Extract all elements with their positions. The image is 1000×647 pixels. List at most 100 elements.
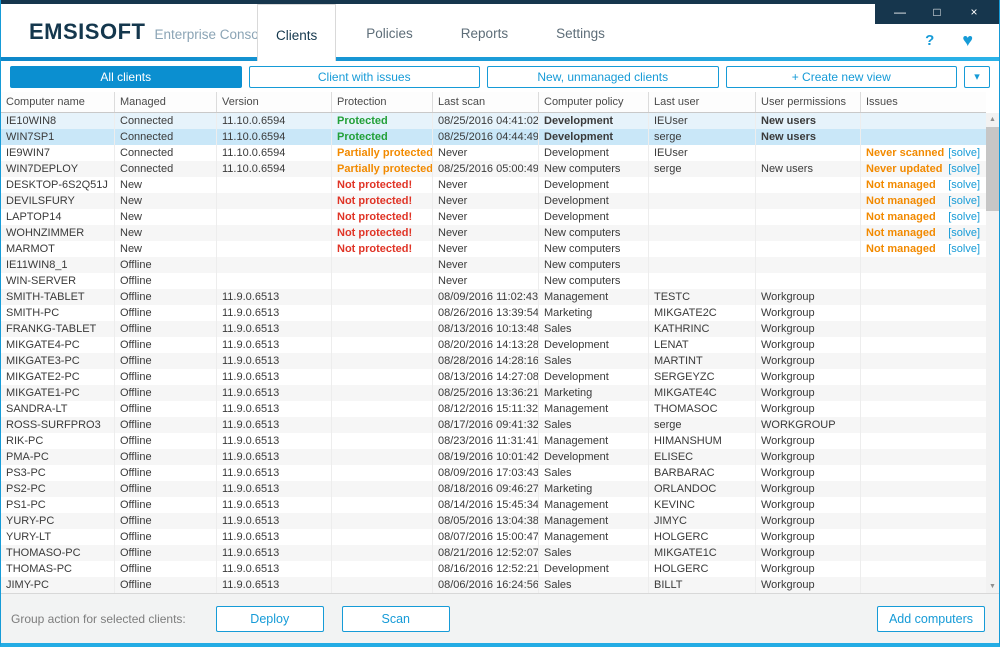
cell-protection: [332, 433, 433, 449]
scan-button[interactable]: Scan: [341, 605, 450, 632]
cell-permissions: [756, 209, 861, 225]
table-row[interactable]: PMA-PC Offline 11.9.0.6513 08/19/2016 10:01…: [1, 449, 986, 465]
cell-protection: Protected: [332, 129, 433, 145]
table-row[interactable]: THOMASO-PC Offline 11.9.0.6513 08/21/2016 1…: [1, 545, 986, 561]
deploy-button[interactable]: Deploy: [215, 605, 324, 632]
solve-link[interactable]: [solve]: [948, 177, 980, 193]
table-row[interactable]: SANDRA-LT Offline 11.9.0.6513 08/12/2016 15…: [1, 401, 986, 417]
cell-managed: Offline: [115, 257, 217, 273]
table-row[interactable]: YURY-LT Offline 11.9.0.6513 08/07/2016 15:0…: [1, 529, 986, 545]
cell-version: 11.9.0.6513: [217, 481, 332, 497]
maximize-button[interactable]: □: [925, 0, 949, 24]
cell-last-scan: Never: [433, 257, 539, 273]
scroll-track[interactable]: [986, 126, 999, 580]
column-header-version[interactable]: Version: [217, 92, 332, 112]
table-row[interactable]: MIKGATE4-PC Offline 11.9.0.6513 08/20/2016 …: [1, 337, 986, 353]
solve-link[interactable]: [solve]: [948, 193, 980, 209]
minimize-button[interactable]: —: [888, 0, 912, 24]
cell-user: SERGEYZC: [649, 369, 756, 385]
tab-policies[interactable]: Policies: [348, 10, 431, 57]
close-button[interactable]: ×: [962, 0, 986, 24]
view-button-client-with-issues[interactable]: Client with issues: [248, 65, 480, 88]
table-row[interactable]: IE9WIN7 Connected 11.10.0.6594 Partially pr…: [1, 145, 986, 161]
table-row[interactable]: THOMAS-PC Offline 11.9.0.6513 08/16/2016 12…: [1, 561, 986, 577]
cell-managed: New: [115, 225, 217, 241]
table-row[interactable]: IE10WIN8 Connected 11.10.0.6594 Protected 08…: [1, 113, 986, 129]
table-row[interactable]: SMITH-PC Offline 11.9.0.6513 08/26/2016 13:…: [1, 305, 986, 321]
table-row[interactable]: DEVILSFURY New Not protected! Never Developm…: [1, 193, 986, 209]
cell-last-scan: Never: [433, 225, 539, 241]
column-header-user-permissions[interactable]: User permissions: [756, 92, 861, 112]
table-row[interactable]: WIN7DEPLOY Connected 11.10.0.6594 Partially…: [1, 161, 986, 177]
help-icon[interactable]: ?: [925, 32, 934, 49]
cell-permissions: Workgroup: [756, 369, 861, 385]
cell-protection: [332, 513, 433, 529]
table-row[interactable]: FRANKG-TABLET Offline 11.9.0.6513 08/13/201…: [1, 321, 986, 337]
table-row[interactable]: JIMY-PC Offline 11.9.0.6513 08/06/2016 16:2…: [1, 577, 986, 593]
scroll-up-icon[interactable]: ▲: [986, 113, 999, 126]
table-row[interactable]: ROSS-SURFPRO3 Offline 11.9.0.6513 08/17/201…: [1, 417, 986, 433]
cell-last-scan: 08/25/2016 13:36:21: [433, 385, 539, 401]
table-row[interactable]: PS1-PC Offline 11.9.0.6513 08/14/2016 15:45…: [1, 497, 986, 513]
tab-settings[interactable]: Settings: [538, 10, 623, 57]
table-row[interactable]: MIKGATE2-PC Offline 11.9.0.6513 08/13/2016 …: [1, 369, 986, 385]
cell-policy: Development: [539, 177, 649, 193]
view-button-new-unmanaged-clients[interactable]: New, unmanaged clients: [487, 65, 719, 88]
table-row[interactable]: SMITH-TABLET Offline 11.9.0.6513 08/09/2016…: [1, 289, 986, 305]
tab-clients[interactable]: Clients: [257, 4, 337, 61]
cell-user: MARTINT: [649, 353, 756, 369]
cell-last-scan: 08/09/2016 11:02:43: [433, 289, 539, 305]
solve-link[interactable]: [solve]: [948, 145, 980, 161]
solve-link[interactable]: [solve]: [948, 161, 980, 177]
column-header-managed[interactable]: Managed: [115, 92, 217, 112]
cell-issues: Not managed [solve]: [861, 225, 986, 241]
column-header-last-scan[interactable]: Last scan: [433, 92, 539, 112]
tab-reports[interactable]: Reports: [443, 10, 526, 57]
view-dropdown-button[interactable]: ▾: [964, 65, 990, 88]
column-header-computer-name[interactable]: Computer name: [1, 92, 115, 112]
view-button-all-clients[interactable]: All clients: [10, 65, 242, 88]
cell-protection: [332, 577, 433, 593]
solve-link[interactable]: [solve]: [948, 209, 980, 225]
column-header-protection[interactable]: Protection: [332, 92, 433, 112]
cell-issues: [861, 113, 986, 129]
view-button-create-new-view[interactable]: + Create new view: [725, 65, 957, 88]
cell-managed: Offline: [115, 289, 217, 305]
cell-policy: New computers: [539, 257, 649, 273]
cell-user: KATHRINC: [649, 321, 756, 337]
cell-last-scan: 08/13/2016 14:27:08: [433, 369, 539, 385]
table-row[interactable]: WOHNZIMMER New Not protected! Never New comp…: [1, 225, 986, 241]
table-row[interactable]: WIN-SERVER Offline Never New computers: [1, 273, 986, 289]
table-row[interactable]: PS3-PC Offline 11.9.0.6513 08/09/2016 17:03…: [1, 465, 986, 481]
table-row[interactable]: MIKGATE3-PC Offline 11.9.0.6513 08/28/2016 …: [1, 353, 986, 369]
cell-protection: [332, 401, 433, 417]
table-row[interactable]: RIK-PC Offline 11.9.0.6513 08/23/2016 11:31…: [1, 433, 986, 449]
cell-user: TESTC: [649, 289, 756, 305]
cell-protection: Not protected!: [332, 241, 433, 257]
cell-permissions: Workgroup: [756, 481, 861, 497]
table-row[interactable]: IE11WIN8_1 Offline Never New computers: [1, 257, 986, 273]
cell-permissions: Workgroup: [756, 337, 861, 353]
cell-version: 11.9.0.6513: [217, 401, 332, 417]
table-row[interactable]: PS2-PC Offline 11.9.0.6513 08/18/2016 09:46…: [1, 481, 986, 497]
table-row[interactable]: MARMOT New Not protected! Never New computer…: [1, 241, 986, 257]
table-row[interactable]: WIN7SP1 Connected 11.10.0.6594 Protected 08/…: [1, 129, 986, 145]
solve-link[interactable]: [solve]: [948, 241, 980, 257]
column-header-computer-policy[interactable]: Computer policy: [539, 92, 649, 112]
cell-issues: Never scanned [solve]: [861, 145, 986, 161]
table-row[interactable]: YURY-PC Offline 11.9.0.6513 08/05/2016 13:0…: [1, 513, 986, 529]
cell-permissions: Workgroup: [756, 353, 861, 369]
column-header-issues[interactable]: Issues: [861, 92, 986, 112]
scroll-thumb[interactable]: [986, 127, 999, 211]
solve-link[interactable]: [solve]: [948, 225, 980, 241]
add-computers-button[interactable]: Add computers: [877, 605, 985, 632]
scroll-down-icon[interactable]: ▼: [986, 580, 999, 593]
table-row[interactable]: LAPTOP14 New Not protected! Never Developmen…: [1, 209, 986, 225]
vertical-scrollbar[interactable]: ▲ ▼: [986, 113, 999, 593]
heart-icon[interactable]: ♥: [962, 30, 973, 51]
table-row[interactable]: DESKTOP-6S2Q51J New Not protected! Never Dev…: [1, 177, 986, 193]
cell-name: RIK-PC: [1, 433, 115, 449]
table-row[interactable]: MIKGATE1-PC Offline 11.9.0.6513 08/25/2016 …: [1, 385, 986, 401]
table-main: Computer name Managed Version Protection Las…: [1, 92, 986, 593]
column-header-last-user[interactable]: Last user: [649, 92, 756, 112]
